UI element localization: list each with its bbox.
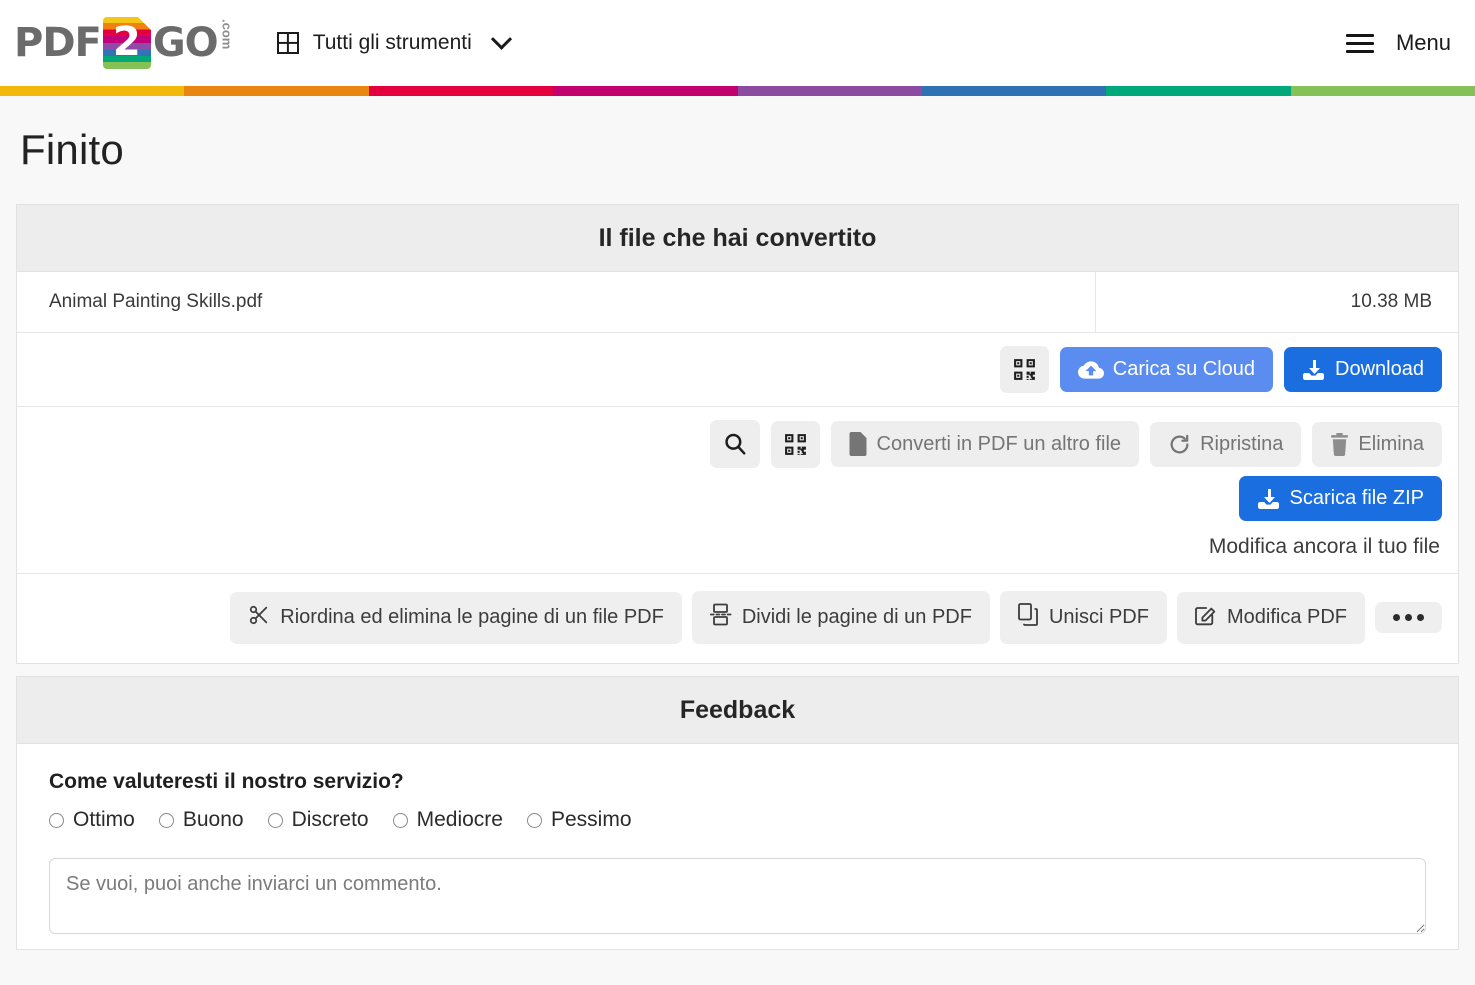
hamburger-icon [1345, 29, 1374, 58]
reorder-delete-pages-button[interactable]: Riordina ed elimina le pagine di un file… [230, 591, 682, 644]
radio-icon[interactable] [392, 812, 408, 828]
logo-dotcom: .com [219, 19, 235, 50]
all-tools-label: Tutti gli strumenti [312, 31, 472, 54]
edit-icon [1195, 604, 1217, 632]
qr-code-icon [783, 432, 808, 457]
primary-action-row: Carica su Cloud Download [17, 333, 1458, 407]
site-header: PDF 2 GO .com Tutti gli strumenti Menu [0, 0, 1475, 86]
radio-icon[interactable] [526, 812, 542, 828]
feedback-comment-input[interactable] [49, 858, 1426, 934]
split-pdf-label: Dividi le pagine di un PDF [741, 606, 972, 628]
upload-to-cloud-button[interactable]: Carica su Cloud [1059, 347, 1274, 392]
menu-label: Menu [1395, 30, 1451, 55]
chevron-down-icon [490, 28, 512, 50]
radio-icon[interactable] [49, 812, 64, 828]
download-zip-label: Scarica file ZIP [1289, 487, 1424, 509]
feedback-body: Come valuteresti il nostro servizio? Ott… [17, 744, 1458, 949]
logo-badge: 2 [102, 17, 151, 69]
feedback-card: Feedback Come valuteresti il nostro serv… [16, 676, 1459, 950]
delete-label: Elimina [1358, 432, 1424, 455]
rainbow-seg-3 [368, 86, 554, 96]
delete-button[interactable]: Elimina [1312, 421, 1442, 467]
split-icon [709, 603, 732, 632]
qr-code-button-secondary[interactable] [770, 420, 820, 468]
feedback-option-ottimo[interactable]: Ottimo [49, 808, 135, 832]
rainbow-seg-4 [553, 86, 738, 96]
download-button[interactable]: Download [1284, 347, 1442, 392]
feedback-option-buono[interactable]: Buono [158, 808, 244, 832]
convert-another-file-label: Converti in PDF un altro file [876, 432, 1122, 455]
reorder-delete-pages-label: Riordina ed elimina le pagine di un file… [280, 606, 664, 628]
radio-icon[interactable] [158, 812, 174, 828]
search-icon [722, 431, 748, 457]
split-pdf-button[interactable]: Dividi le pagine di un PDF [691, 591, 990, 644]
feedback-option-label: Mediocre [416, 808, 503, 831]
feedback-option-discreto[interactable]: Discreto [267, 808, 369, 832]
preview-search-button[interactable] [709, 420, 760, 468]
rainbow-seg-1 [0, 86, 185, 96]
download-icon [1257, 488, 1281, 510]
secondary-action-row: Converti in PDF un altro file Ripristina [17, 407, 1458, 476]
restore-label: Ripristina [1200, 432, 1284, 455]
feedback-question: Come valuteresti il nostro servizio? [49, 770, 404, 793]
feedback-options: Ottimo Buono Discreto Mediocre Pessimo [49, 808, 1426, 832]
feedback-option-pessimo[interactable]: Pessimo [526, 808, 632, 832]
cloud-upload-icon [1077, 359, 1104, 381]
merge-pdf-button[interactable]: Unisci PDF [999, 591, 1167, 644]
feedback-card-title: Feedback [17, 677, 1458, 744]
menu-button[interactable]: Menu [1345, 29, 1451, 58]
document-icon [849, 432, 868, 456]
feedback-option-mediocre[interactable]: Mediocre [392, 808, 503, 832]
converted-file-card: Il file che hai convertito Animal Painti… [16, 204, 1459, 664]
rainbow-seg-7 [1106, 86, 1291, 96]
upload-to-cloud-label: Carica su Cloud [1112, 358, 1256, 380]
merge-pdf-label: Unisci PDF [1048, 606, 1149, 628]
trash-icon [1330, 432, 1349, 456]
rainbow-seg-6 [921, 86, 1107, 96]
scissors-icon [248, 604, 270, 632]
edit-more-label: Modifica ancora il tuo file [17, 535, 1458, 574]
restore-button[interactable]: Ripristina [1150, 421, 1302, 467]
edit-pdf-label: Modifica PDF [1226, 606, 1347, 628]
convert-another-file-button[interactable]: Converti in PDF un altro file [830, 421, 1140, 467]
file-row: Animal Painting Skills.pdf 10.38 MB [17, 272, 1458, 333]
download-label: Download [1335, 358, 1424, 380]
file-size: 10.38 MB [1350, 291, 1432, 312]
converted-file-card-title: Il file che hai convertito [17, 205, 1458, 272]
merge-icon [1018, 603, 1039, 632]
download-zip-button[interactable]: Scarica file ZIP [1238, 476, 1442, 521]
more-tools-button[interactable] [1375, 602, 1442, 633]
grid-icon [276, 32, 299, 54]
page-content: Finito Il file che hai convertito Animal… [0, 126, 1475, 950]
edit-pdf-button[interactable]: Modifica PDF [1176, 591, 1365, 644]
feedback-option-label: Pessimo [550, 808, 632, 831]
logo-badge-digit: 2 [112, 19, 141, 65]
download-icon [1302, 359, 1326, 381]
followup-tools-row: Riordina ed elimina le pagine di un file… [17, 574, 1458, 663]
feedback-option-label: Discreto [291, 808, 369, 831]
restore-icon [1168, 433, 1191, 456]
qr-code-icon [1012, 357, 1037, 382]
dot-icon [1405, 614, 1412, 621]
feedback-option-label: Buono [182, 808, 244, 831]
logo-text-left: PDF [14, 20, 102, 66]
logo-text-right: GO [152, 20, 219, 66]
file-name: Animal Painting Skills.pdf [17, 272, 1096, 332]
pdf2go-logo[interactable]: PDF 2 GO .com [14, 15, 235, 71]
feedback-option-label: Ottimo [73, 808, 135, 831]
rainbow-seg-8 [1290, 86, 1475, 96]
radio-icon[interactable] [267, 812, 283, 828]
dot-icon [1417, 614, 1424, 621]
rainbow-divider [0, 86, 1475, 96]
zip-row: Scarica file ZIP [17, 476, 1458, 535]
dot-icon [1393, 614, 1400, 621]
rainbow-seg-2 [184, 86, 369, 96]
all-tools-button[interactable]: Tutti gli strumenti [276, 28, 512, 55]
rainbow-seg-5 [737, 86, 922, 96]
page-title: Finito [20, 126, 124, 173]
qr-code-button[interactable] [999, 346, 1049, 393]
